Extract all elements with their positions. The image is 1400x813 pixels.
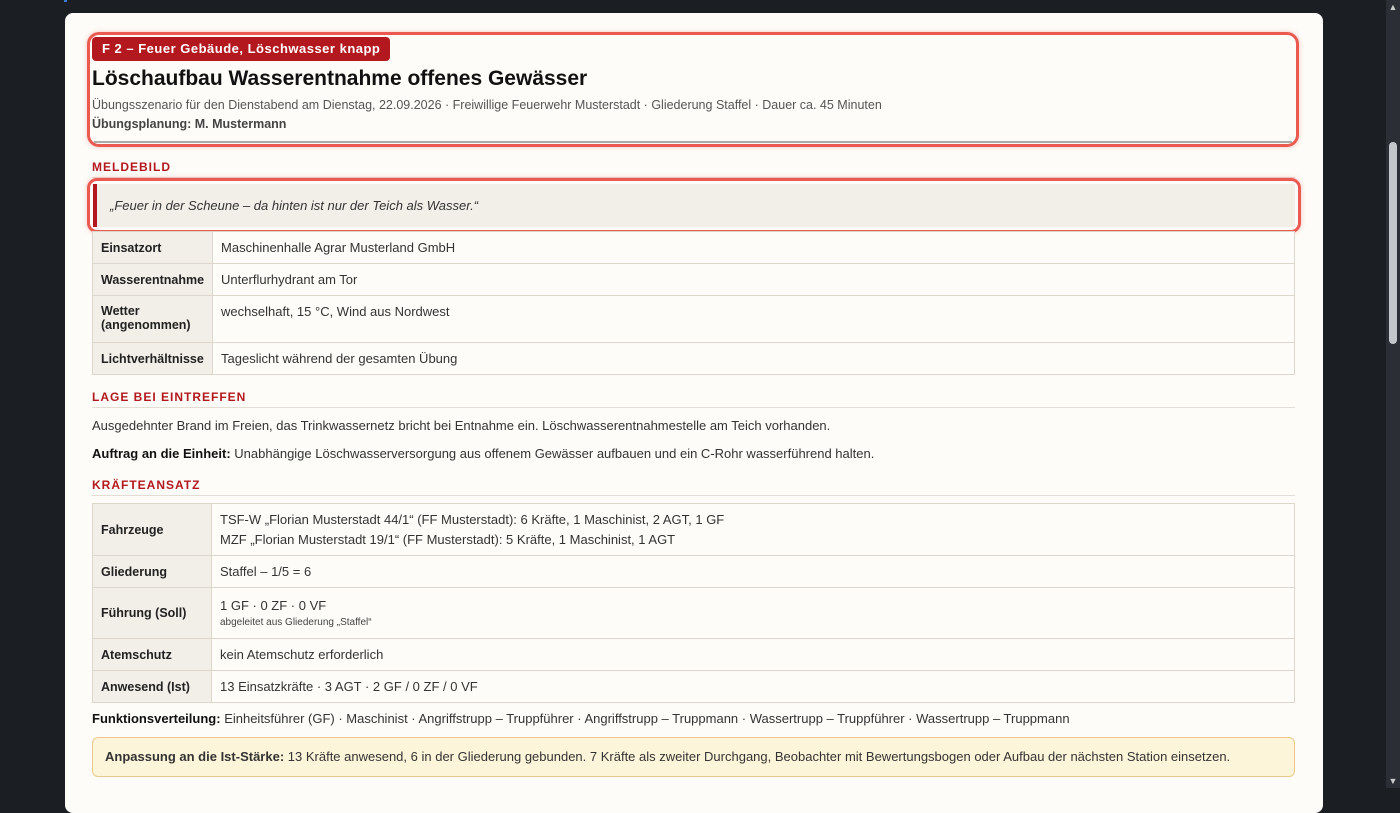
- funktion-line: Funktionsverteilung: Einheitsführer (GF)…: [92, 711, 1070, 726]
- table-row: Wasserentnahme Unterflurhydrant am Tor: [91, 263, 1295, 296]
- table-row: Anwesend (Ist) 13 Einsatzkräfte · 3 AGT …: [92, 670, 1295, 703]
- row-value: Tageslicht während der gesamten Übung: [212, 342, 1295, 375]
- table-row: Lichtverhältnisse Tageslicht während der…: [91, 342, 1295, 375]
- scrollbar-thumb[interactable]: [1389, 142, 1397, 344]
- row-key: Führung (Soll): [92, 587, 212, 639]
- table-row: Einsatzort Maschinenhalle Agrar Musterla…: [91, 231, 1295, 264]
- planner-line: Übungsplanung: M. Mustermann: [92, 117, 287, 131]
- top-scroll-mark: [64, 0, 67, 2]
- vehicle-line: TSF-W „Florian Musterstadt 44/1“ (FF Mus…: [220, 511, 725, 527]
- alarm-quote-highlight: „Feuer in der Scheune – da hinten ist nu…: [87, 178, 1301, 233]
- auftrag-text: Unabhängige Löschwasserversorgung aus of…: [234, 446, 875, 461]
- vehicle-line: MZF „Florian Musterstadt 19/1“ (FF Muste…: [220, 531, 676, 547]
- section-heading-kraefte: KRÄFTEANSATZ: [92, 478, 1295, 496]
- vertical-scrollbar[interactable]: ▲ ▼: [1386, 0, 1400, 788]
- kraefte-table: Fahrzeuge TSF-W „Florian Musterstadt 44/…: [92, 503, 1295, 703]
- row-value: Staffel – 1/5 = 6: [211, 555, 1295, 588]
- scroll-down-icon[interactable]: ▼: [1386, 774, 1400, 788]
- exercise-sheet: F 2 – Feuer Gebäude, Löschwasser knapp L…: [65, 13, 1323, 813]
- scenario-badge: F 2 – Feuer Gebäude, Löschwasser knapp: [92, 37, 391, 61]
- auftrag-label: Auftrag an die Einheit:: [92, 446, 231, 461]
- table-row: Gliederung Staffel – 1/5 = 6: [92, 555, 1295, 588]
- alarm-quote-text: „Feuer in der Scheune – da hinten ist nu…: [110, 198, 479, 213]
- table-row: Atemschutz kein Atemschutz erforderlich: [92, 638, 1295, 671]
- anpassung-text: 13 Kräfte anwesend, 6 in der Gliederung …: [287, 749, 1231, 764]
- row-value: wechselhaft, 15 °C, Wind aus Nordwest: [212, 295, 1295, 343]
- row-value: Unterflurhydrant am Tor: [212, 263, 1295, 296]
- table-row: Führung (Soll) 1 GF · 0 ZF · 0 VF abgele…: [92, 587, 1295, 639]
- section-heading-lage: LAGE BEI EINTREFFEN: [92, 390, 1295, 408]
- funktion-label: Funktionsverteilung:: [92, 711, 221, 726]
- auftrag-line: Auftrag an die Einheit: Unabhängige Lösc…: [92, 446, 874, 461]
- row-key: Fahrzeuge: [92, 503, 212, 556]
- page-subtitle: Übungsszenario für den Dienstabend am Di…: [92, 98, 882, 112]
- lage-text: Ausgedehnter Brand im Freien, das Trinkw…: [92, 418, 831, 433]
- table-row: Fahrzeuge TSF-W „Florian Musterstadt 44/…: [92, 503, 1295, 556]
- alarm-quote: „Feuer in der Scheune – da hinten ist nu…: [93, 184, 1295, 227]
- row-key: Atemschutz: [92, 638, 212, 671]
- row-value: kein Atemschutz erforderlich: [211, 638, 1295, 671]
- scroll-up-icon[interactable]: ▲: [1386, 0, 1400, 14]
- fuehrung-note: abgeleitet aus Gliederung „Staffel“: [220, 617, 372, 628]
- row-value: TSF-W „Florian Musterstadt 44/1“ (FF Mus…: [211, 503, 1295, 556]
- anpassung-label: Anpassung an die Ist-Stärke:: [105, 749, 285, 764]
- meldebild-table: Einsatzort Maschinenhalle Agrar Musterla…: [91, 231, 1295, 375]
- page-title: Löschaufbau Wasserentnahme offenes Gewäs…: [92, 67, 588, 90]
- anpassung-notice: Anpassung an die Ist-Stärke: 13 Kräfte a…: [92, 737, 1295, 777]
- row-key: Wasserentnahme: [91, 263, 214, 296]
- row-key: Einsatzort: [91, 231, 214, 264]
- row-key: Wetter (angenommen): [91, 295, 214, 343]
- row-value: Maschinenhalle Agrar Musterland GmbH: [212, 231, 1295, 264]
- row-value: 1 GF · 0 ZF · 0 VF abgeleitet aus Gliede…: [211, 587, 1295, 639]
- section-heading-meldebild: MELDEBILD: [92, 160, 1295, 178]
- fuehrung-value: 1 GF · 0 ZF · 0 VF: [220, 598, 327, 613]
- row-key: Gliederung: [92, 555, 212, 588]
- row-value: 13 Einsatzkräfte · 3 AGT · 2 GF / 0 ZF /…: [211, 670, 1295, 703]
- table-row: Wetter (angenommen) wechselhaft, 15 °C, …: [91, 295, 1295, 343]
- funktion-text: Einheitsführer (GF) · Maschinist · Angri…: [224, 711, 1070, 726]
- row-key: Lichtverhältnisse: [91, 342, 214, 375]
- row-key: Anwesend (Ist): [92, 670, 212, 703]
